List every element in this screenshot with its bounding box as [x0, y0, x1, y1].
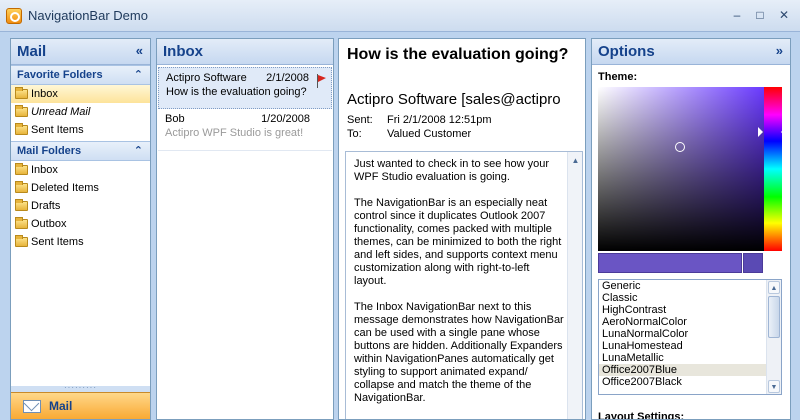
mail-navigation-pane: Mail « Favorite Folders ⌃ Inbox Unread M… — [10, 38, 151, 420]
collapse-chevron-icon[interactable]: « — [136, 43, 143, 58]
inbox-header: Inbox — [157, 39, 333, 65]
mail-pane-title: Mail — [17, 43, 47, 60]
list-scroll-up-icon[interactable]: ▲ — [768, 281, 780, 294]
sent-value: Fri 2/1/2008 12:51pm — [387, 114, 492, 126]
theme-option[interactable]: AeroNormalColor — [599, 316, 781, 328]
theme-list[interactable]: Generic Classic HighContrast AeroNormalColo… — [598, 279, 782, 395]
message-row[interactable]: Actipro Software 2/1/2008 How is the eva… — [158, 67, 332, 109]
folder-drafts[interactable]: Drafts — [11, 197, 150, 215]
scroll-up-arrow-icon[interactable]: ▲ — [568, 154, 582, 168]
theme-list-scrollbar[interactable]: ▲ ▼ — [766, 280, 781, 394]
title-bar: NavigationBar Demo – □ ✕ — [0, 0, 800, 32]
theme-option[interactable]: Generic — [599, 280, 781, 292]
message-sender: Actipro Software [sales@actipro — [347, 91, 561, 108]
folder-label: Inbox — [31, 164, 58, 176]
folder-inbox[interactable]: Inbox — [11, 161, 150, 179]
message-from: Actipro Software — [166, 72, 247, 84]
reading-pane: How is the evaluation going? Actipro Sof… — [338, 38, 586, 420]
folder-icon — [15, 217, 28, 229]
favorite-inbox[interactable]: Inbox — [11, 85, 150, 103]
app-icon — [6, 8, 22, 24]
theme-option[interactable]: Classic — [599, 292, 781, 304]
chevron-up-icon: ⌃ — [133, 145, 143, 157]
inbox-pane: Inbox Actipro Software 2/1/2008 How is t… — [156, 38, 334, 420]
message-body[interactable]: Just wanted to check in to see how your … — [345, 151, 583, 419]
folder-label: Sent Items — [31, 236, 84, 248]
folder-label: Outbox — [31, 218, 67, 230]
theme-option[interactable]: LunaMetallic — [599, 352, 781, 364]
folder-label: Drafts — [31, 200, 61, 212]
folder-icon — [15, 123, 28, 135]
favorite-sent-items[interactable]: Sent Items — [11, 121, 150, 139]
old-color-swatch — [743, 253, 763, 273]
favorite-folders-label: Favorite Folders — [17, 69, 103, 81]
theme-option[interactable]: Office2007Black — [599, 376, 781, 388]
minimize-button[interactable]: – — [728, 7, 746, 23]
folder-icon — [15, 181, 28, 193]
folder-icon — [15, 105, 28, 117]
message-date: 1/20/2008 — [261, 113, 310, 125]
folder-label: Inbox — [31, 88, 58, 100]
theme-label: Theme: — [598, 71, 638, 83]
window-title: NavigationBar Demo — [28, 8, 148, 23]
message-subject: How is the evaluation going? — [166, 86, 307, 98]
folder-icon — [15, 163, 28, 175]
mail-folders-header[interactable]: Mail Folders ⌃ — [11, 141, 150, 161]
message-date: 2/1/2008 — [266, 72, 309, 84]
theme-option[interactable]: LunaHomestead — [599, 340, 781, 352]
new-color-swatch — [598, 253, 742, 273]
close-button[interactable]: ✕ — [775, 7, 793, 23]
message-body-text: Just wanted to check in to see how your … — [354, 158, 564, 418]
folder-icon — [15, 235, 28, 247]
folder-label: Deleted Items — [31, 182, 99, 194]
sent-label: Sent: — [347, 114, 373, 126]
hue-marker-icon[interactable] — [758, 127, 786, 137]
mail-nav-button[interactable]: Mail — [11, 392, 150, 419]
color-picker-ring[interactable] — [675, 142, 685, 152]
message-row[interactable]: Bob 1/20/2008 Actipro WPF Studio is grea… — [158, 109, 332, 151]
body-paragraph: The NavigationBar is an especially neat … — [354, 197, 562, 287]
message-title: How is the evaluation going? — [347, 46, 569, 63]
body-paragraph: Just wanted to check in to see how your … — [354, 158, 550, 183]
folder-icon — [15, 199, 28, 211]
message-scrollbar[interactable]: ▲ — [567, 152, 582, 419]
mail-folders-label: Mail Folders — [17, 145, 82, 157]
folder-sent-items[interactable]: Sent Items — [11, 233, 150, 251]
message-from: Bob — [165, 113, 185, 125]
theme-option[interactable]: Office2007Blue — [599, 364, 781, 376]
inbox-title: Inbox — [163, 43, 203, 60]
hue-slider[interactable] — [764, 87, 782, 251]
body-paragraph: The Inbox NavigationBar next to this mes… — [354, 301, 564, 404]
folder-label: Unread Mail — [31, 106, 91, 118]
favorite-folders-header[interactable]: Favorite Folders ⌃ — [11, 65, 150, 85]
options-pane: Options » Theme: Generic Classic HighContr… — [591, 38, 791, 420]
chevron-up-icon: ⌃ — [133, 69, 143, 81]
maximize-button[interactable]: □ — [751, 7, 769, 23]
to-value: Valued Customer — [387, 128, 472, 140]
color-picker-field[interactable] — [598, 87, 764, 251]
options-title: Options — [598, 43, 655, 60]
envelope-icon — [23, 400, 41, 413]
list-scroll-thumb[interactable] — [768, 296, 780, 338]
flag-icon[interactable] — [315, 74, 327, 88]
options-header: Options » — [592, 39, 790, 65]
folder-icon — [15, 87, 28, 99]
theme-option[interactable]: LunaNormalColor — [599, 328, 781, 340]
theme-option[interactable]: HighContrast — [599, 304, 781, 316]
folder-label: Sent Items — [31, 124, 84, 136]
mail-pane-header: Mail « — [11, 39, 150, 65]
folder-outbox[interactable]: Outbox — [11, 215, 150, 233]
message-subject: Actipro WPF Studio is great! — [165, 127, 304, 139]
folder-deleted-items[interactable]: Deleted Items — [11, 179, 150, 197]
favorite-unread-mail[interactable]: Unread Mail — [11, 103, 150, 121]
layout-settings-label: Layout Settings: — [598, 411, 685, 420]
mail-nav-button-label: Mail — [49, 399, 73, 413]
expand-chevron-icon[interactable]: » — [776, 43, 783, 58]
list-scroll-down-icon[interactable]: ▼ — [768, 380, 780, 393]
to-label: To: — [347, 128, 362, 140]
